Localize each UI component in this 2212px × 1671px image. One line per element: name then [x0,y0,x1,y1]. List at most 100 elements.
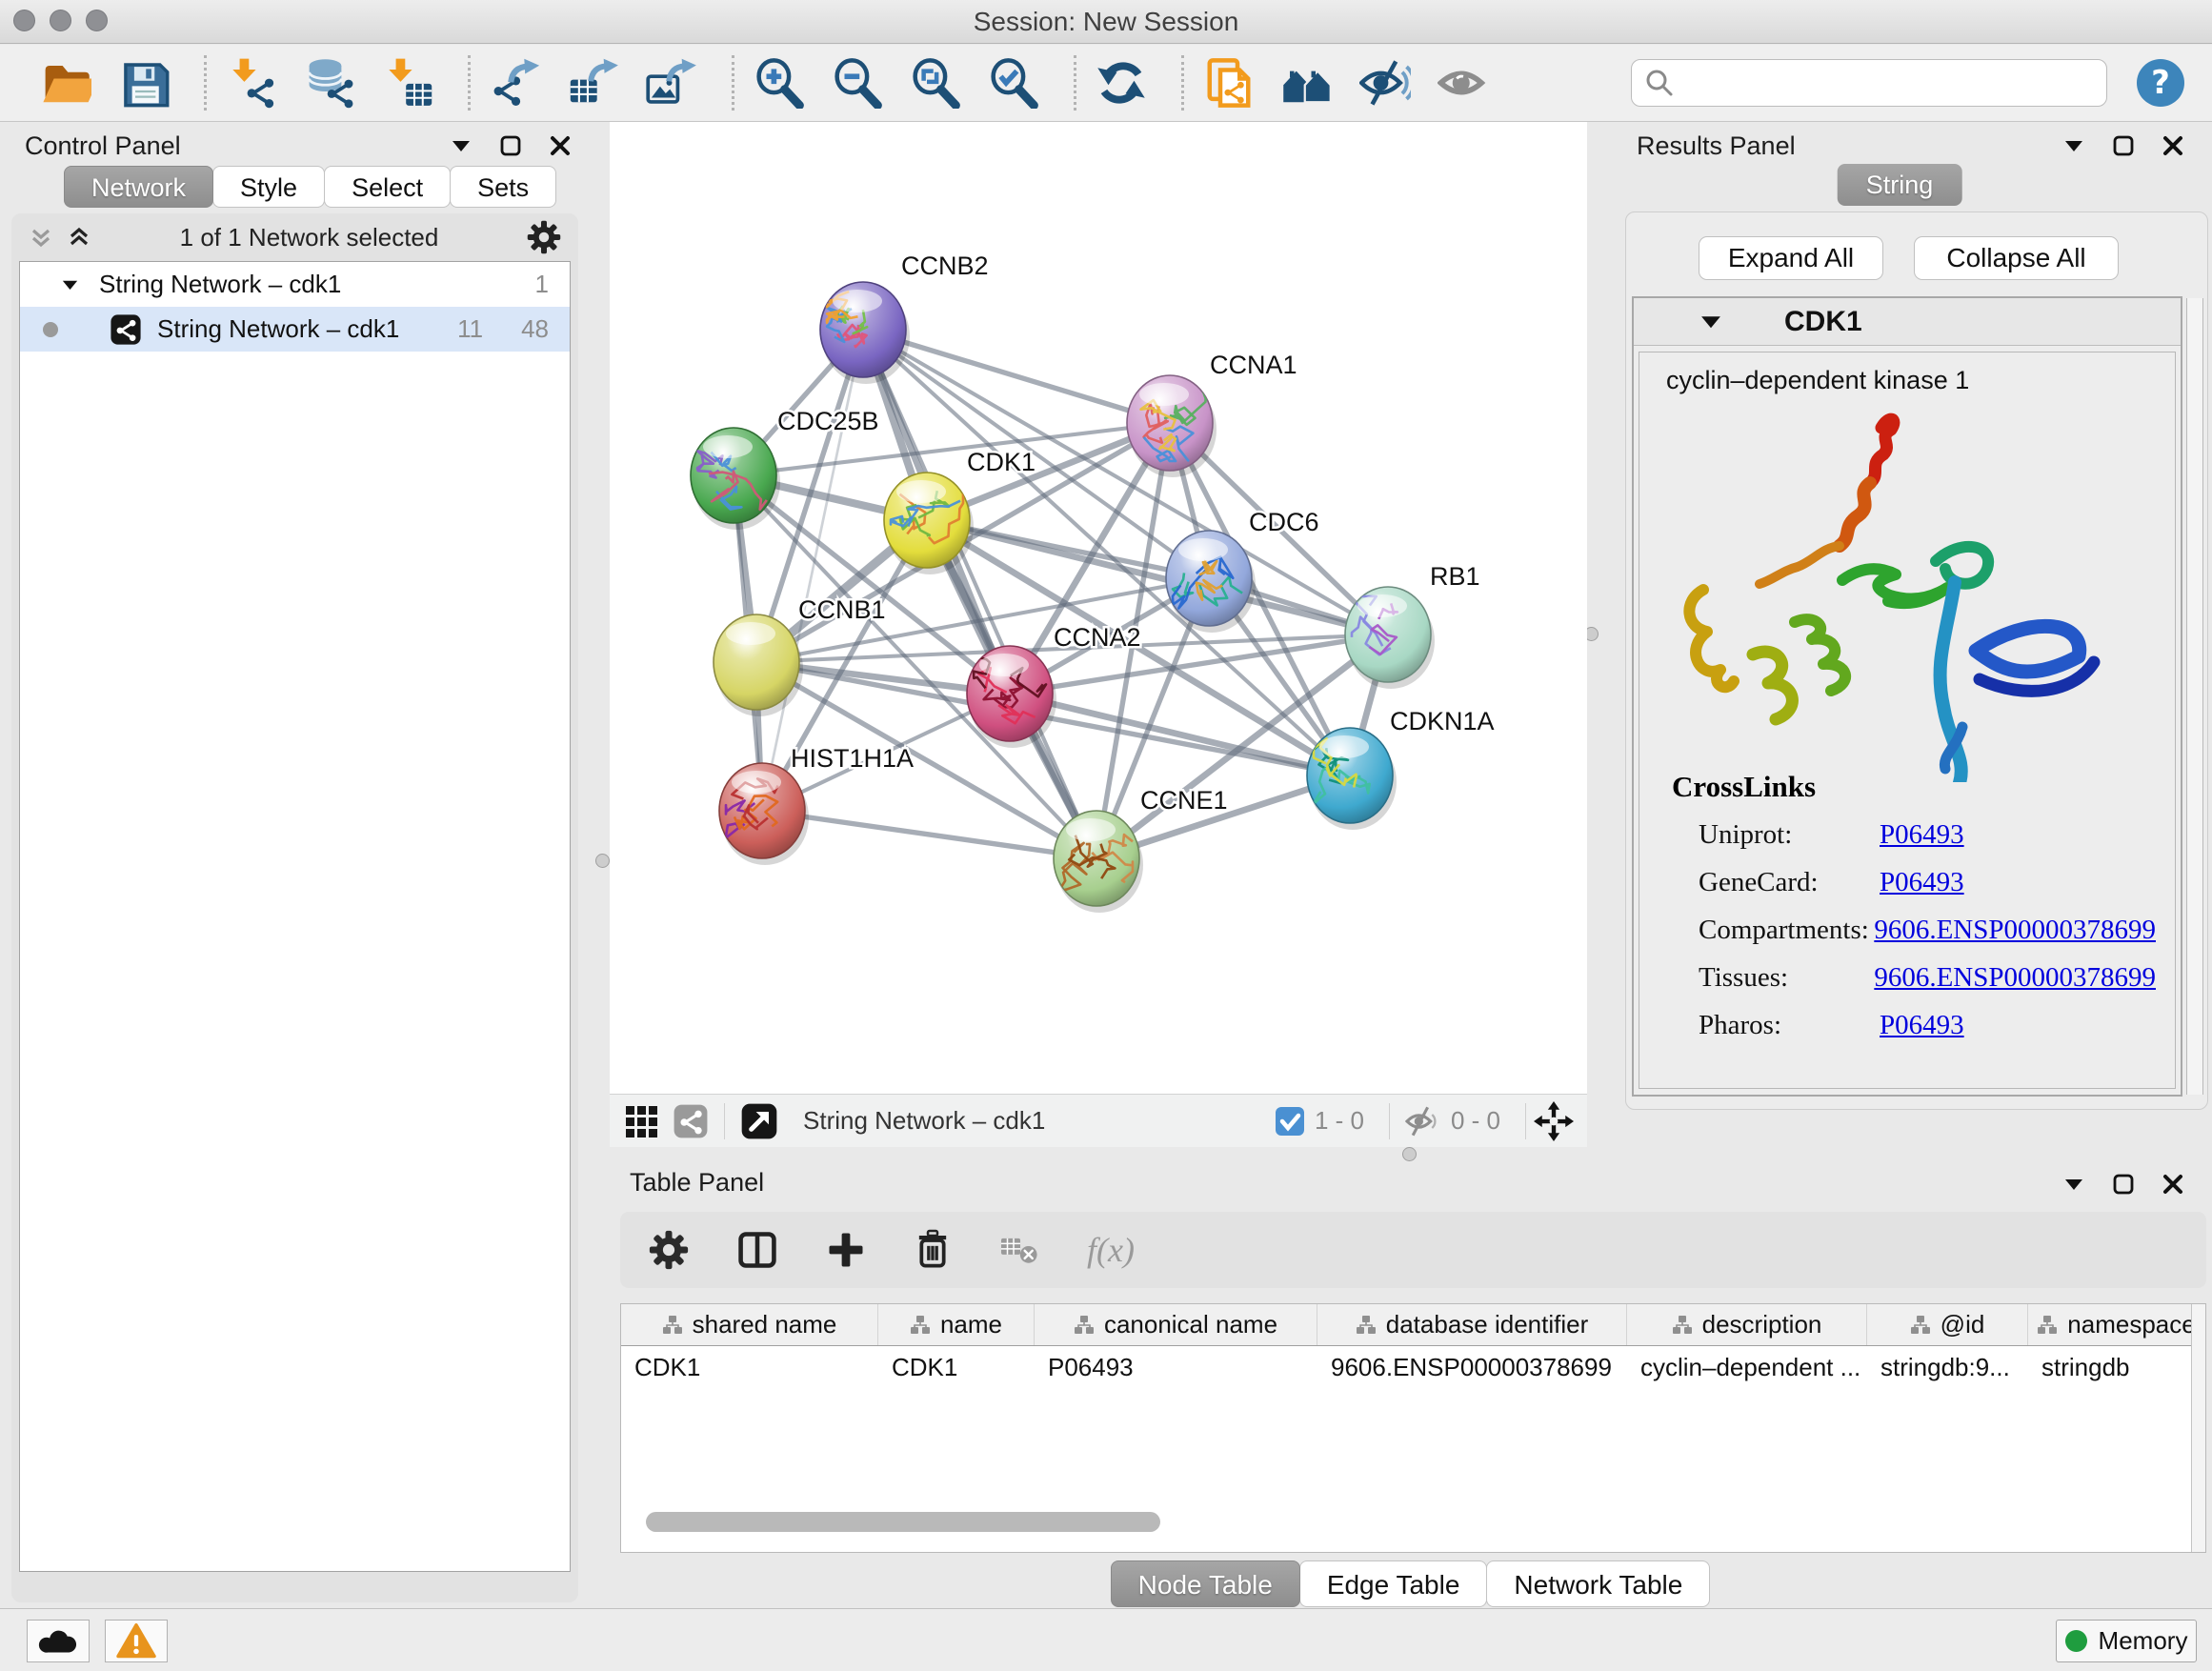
table-row[interactable]: CDK1CDK1P064939606.ENSP00000378699cyclin… [621,1346,2205,1388]
column-header-databaseidentifier[interactable]: database identifier [1317,1304,1627,1345]
results-panel-close-button[interactable] [2161,133,2185,158]
add-column-icon[interactable] [826,1230,866,1270]
node-HIST1H1A[interactable]: HIST1H1A [719,744,914,865]
table-vertical-scrollbar[interactable] [2191,1304,2205,1552]
zoom-in-icon[interactable] [754,57,805,109]
edge-CCNB2-HIST1H1A[interactable] [762,330,863,811]
import-network-database-icon[interactable] [304,57,355,109]
column-header-namespace[interactable]: namespace [2028,1304,2205,1345]
collapse-all-button[interactable]: Collapse All [1914,236,2119,280]
duplicate-network-icon[interactable] [1203,57,1255,109]
search-input[interactable] [1683,69,2106,98]
table-panel-collapse-button[interactable] [2061,1172,2086,1197]
table-panel-close-button[interactable] [2161,1172,2185,1197]
column-header-name[interactable]: name [878,1304,1035,1345]
grid-view-icon[interactable] [623,1103,659,1139]
column-header-sharedname[interactable]: shared name [621,1304,878,1345]
node-CCNE1[interactable]: CCNE1 [1054,786,1228,913]
table-horizontal-scrollbar[interactable] [646,1512,1160,1532]
crosslink-link[interactable]: 9606.ENSP00000378699 [1874,915,2156,946]
tab-sets[interactable]: Sets [450,166,556,208]
expand-all-button[interactable]: Expand All [1699,236,1883,280]
import-table-icon[interactable] [382,57,433,109]
crosslink-link[interactable]: 9606.ENSP00000378699 [1874,962,2156,994]
import-network-file-icon[interactable] [226,57,277,109]
close-window-button[interactable] [13,10,35,31]
export-image-icon[interactable] [646,57,697,109]
zoom-fit-icon[interactable] [910,57,961,109]
control-panel-close-button[interactable] [548,133,573,158]
warnings-button[interactable] [105,1620,168,1662]
delete-column-icon[interactable] [914,1229,952,1271]
open-session-icon[interactable] [40,57,91,109]
tab-network-table[interactable]: Network Table [1486,1560,1710,1607]
network-row[interactable]: String Network – cdk1 11 48 [20,307,570,352]
tab-select[interactable]: Select [324,166,451,208]
node-CCNA1[interactable]: CCNA1 [1127,351,1297,477]
control-panel-float-button[interactable] [498,133,523,158]
table-cell[interactable]: cyclin–dependent ... [1627,1346,1867,1388]
table-cell[interactable]: CDK1 [621,1346,878,1388]
column-header-id[interactable]: @id [1867,1304,2028,1345]
edge-CCNB2-CCNE1[interactable] [863,330,1096,858]
node-CCNB2[interactable]: CCNB2 [820,252,989,384]
memory-button[interactable]: Memory [2056,1620,2197,1662]
zoom-selected-icon[interactable] [988,57,1039,109]
detach-view-icon[interactable] [740,1102,778,1140]
tab-node-table[interactable]: Node Table [1111,1560,1300,1607]
search-box[interactable] [1631,59,2107,107]
expand-all-networks-icon[interactable] [67,225,91,250]
birdseye-icon[interactable] [1281,57,1333,109]
export-network-icon[interactable] [490,57,541,109]
table-cell[interactable]: stringdb:9... [1867,1346,2028,1388]
vertical-splitter-handle[interactable] [595,854,610,868]
hidden-eye-icon[interactable] [1405,1105,1441,1137]
table-toolbar: f(x) [620,1212,2206,1288]
results-panel-float-button[interactable] [2111,133,2136,158]
minimize-window-button[interactable] [50,10,71,31]
column-header-canonicalname[interactable]: canonical name [1035,1304,1317,1345]
results-panel-collapse-button[interactable] [2061,133,2086,158]
tab-string[interactable]: String [1838,164,1962,206]
node-RB1[interactable]: RB1 [1345,562,1480,689]
table-cell[interactable]: P06493 [1035,1346,1317,1388]
table-options-gear-icon[interactable] [649,1230,689,1270]
table-cell[interactable]: 9606.ENSP00000378699 [1317,1346,1627,1388]
network-collection-row[interactable]: String Network – cdk1 1 [20,262,570,307]
node-CDKN1A[interactable]: CDKN1A [1307,707,1495,830]
collapse-all-networks-icon[interactable] [29,225,53,250]
table-panel-float-button[interactable] [2111,1172,2136,1197]
gene-collapse-triangle-icon[interactable] [1700,314,1721,329]
crosslink-link[interactable]: P06493 [1880,1010,1964,1041]
column-header-description[interactable]: description [1627,1304,1867,1345]
zoom-out-icon[interactable] [832,57,883,109]
show-all-icon[interactable] [1438,57,1489,109]
export-table-icon[interactable] [568,57,619,109]
zoom-window-button[interactable] [86,10,108,31]
results-scrollbar[interactable] [2186,298,2203,1095]
show-columns-icon[interactable] [736,1229,778,1271]
network-share-icon[interactable] [673,1103,709,1139]
string-network-graph[interactable]: CCNB2 CCNA1 CDC25B CDK1 CDC6 RB1 CCNB1 [610,122,1587,1094]
tab-edge-table[interactable]: Edge Table [1299,1560,1488,1607]
edge-HIST1H1A-CCNE1[interactable] [762,811,1096,858]
hide-selected-icon[interactable] [1359,57,1411,109]
crosslink-link[interactable]: P06493 [1880,867,1964,898]
network-canvas[interactable]: CCNB2 CCNA1 CDC25B CDK1 CDC6 RB1 CCNB1 [610,122,1587,1094]
tab-network[interactable]: Network [64,166,213,208]
save-session-icon[interactable] [118,57,170,109]
selected-checkbox-icon[interactable] [1275,1106,1305,1137]
birdseye-toggle-icon[interactable] [1534,1101,1574,1141]
node-table[interactable]: shared name name canonical name database… [620,1303,2206,1553]
cloud-status-button[interactable] [27,1620,90,1662]
help-button[interactable]: ? [2136,58,2185,108]
horizontal-splitter-handle[interactable] [1402,1147,1417,1161]
control-panel-collapse-button[interactable] [449,133,473,158]
table-cell[interactable]: CDK1 [878,1346,1035,1388]
table-cell[interactable]: stringdb [2028,1346,2205,1388]
collection-expand-triangle-icon[interactable] [62,279,78,291]
tab-style[interactable]: Style [212,166,325,208]
network-options-gear-icon[interactable] [527,220,561,254]
crosslink-link[interactable]: P06493 [1880,819,1964,851]
apply-layout-icon[interactable] [1096,57,1147,109]
